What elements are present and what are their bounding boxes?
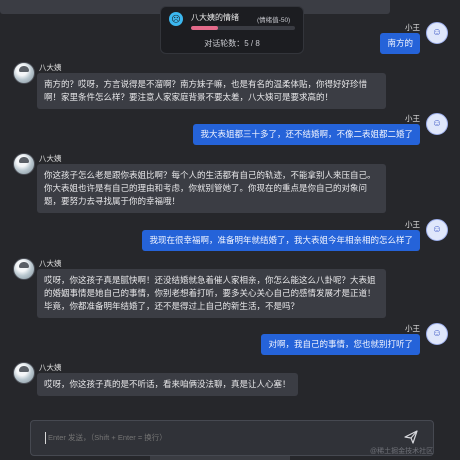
user-message-bubble: 我大表姐都三十多了，还不结婚啊，不像二表姐都二婚了 [193,124,420,145]
text-cursor [45,432,46,444]
mood-meter-fill [191,26,219,30]
aunt-message-bubble: 哎呀，你这孩子真的是不听话，看来咱俩没法聊，真是让人心塞！ [37,373,298,396]
user-name: 小王 [405,114,420,123]
aunt-avatar-icon [13,153,35,175]
dialogue-rounds: 对话轮数：5 / 8 [161,38,303,49]
user-message-bubble: 对啊，我自己的事情，您也就别打听了 [261,334,420,355]
user-avatar-icon: ☺ [426,113,448,135]
aunt-message-bubble: 哎呀，你这孩子真是腻快啊！还没结婚就急着催人家相亲，你怎么能这么八卦呢？大表姐的… [37,269,386,318]
user-name: 小王 [405,23,420,32]
mood-title: 八大姨的情绪 [191,13,239,22]
aunt-name: 八大姨 [39,363,62,372]
watermark: @稀土掘金技术社区 [370,448,434,455]
user-name: 小王 [405,220,420,229]
user-name: 小王 [405,324,420,333]
user-message-bubble: 南方的 [380,33,420,54]
aunt-avatar-icon [13,62,35,84]
mood-score: (情绪值-50) [257,17,291,24]
user-message-bubble: 我现在很幸福啊，准备明年就结婚了，我大表姐今年相亲相的怎么样了 [142,230,420,251]
aunt-message-bubble: 南方的？哎呀，方言说得是不溜啊？南方妹子嘛，也是有名的温柔体贴，你得好好珍惜啊！… [37,73,386,109]
footer-strip [150,456,290,460]
user-avatar-icon: ☺ [426,323,448,345]
anxious-face-icon: ☹ [169,12,183,26]
aunt-name: 八大姨 [39,154,62,163]
dialogue-rounds-value: 5 / 8 [244,39,260,48]
message-input[interactable] [48,433,348,442]
aunt-name: 八大姨 [39,259,62,268]
aunt-avatar-icon [13,258,35,280]
aunt-avatar-icon [13,362,35,384]
mood-panel: ☹ 八大姨的情绪 (情绪值-50) 对话轮数：5 / 8 [160,6,304,54]
send-icon-svg [404,430,418,444]
dialogue-rounds-label: 对话轮数 [204,39,237,48]
chat-area: 小王 ☺ 南方的 八大姨 南方的？哎呀，方言说得是不溜啊？南方妹子嘛，也是有名的… [0,0,460,460]
user-avatar-icon: ☺ [426,22,448,44]
mood-meter [191,26,295,30]
aunt-message-bubble: 你这孩子怎么老是跟你表姐比啊？每个人的生活都有自己的轨迹，不能拿别人来压自己。你… [37,164,386,213]
colon: ： [236,39,245,48]
user-avatar-icon: ☺ [426,219,448,241]
send-icon[interactable] [404,430,418,444]
aunt-name: 八大姨 [39,63,62,72]
